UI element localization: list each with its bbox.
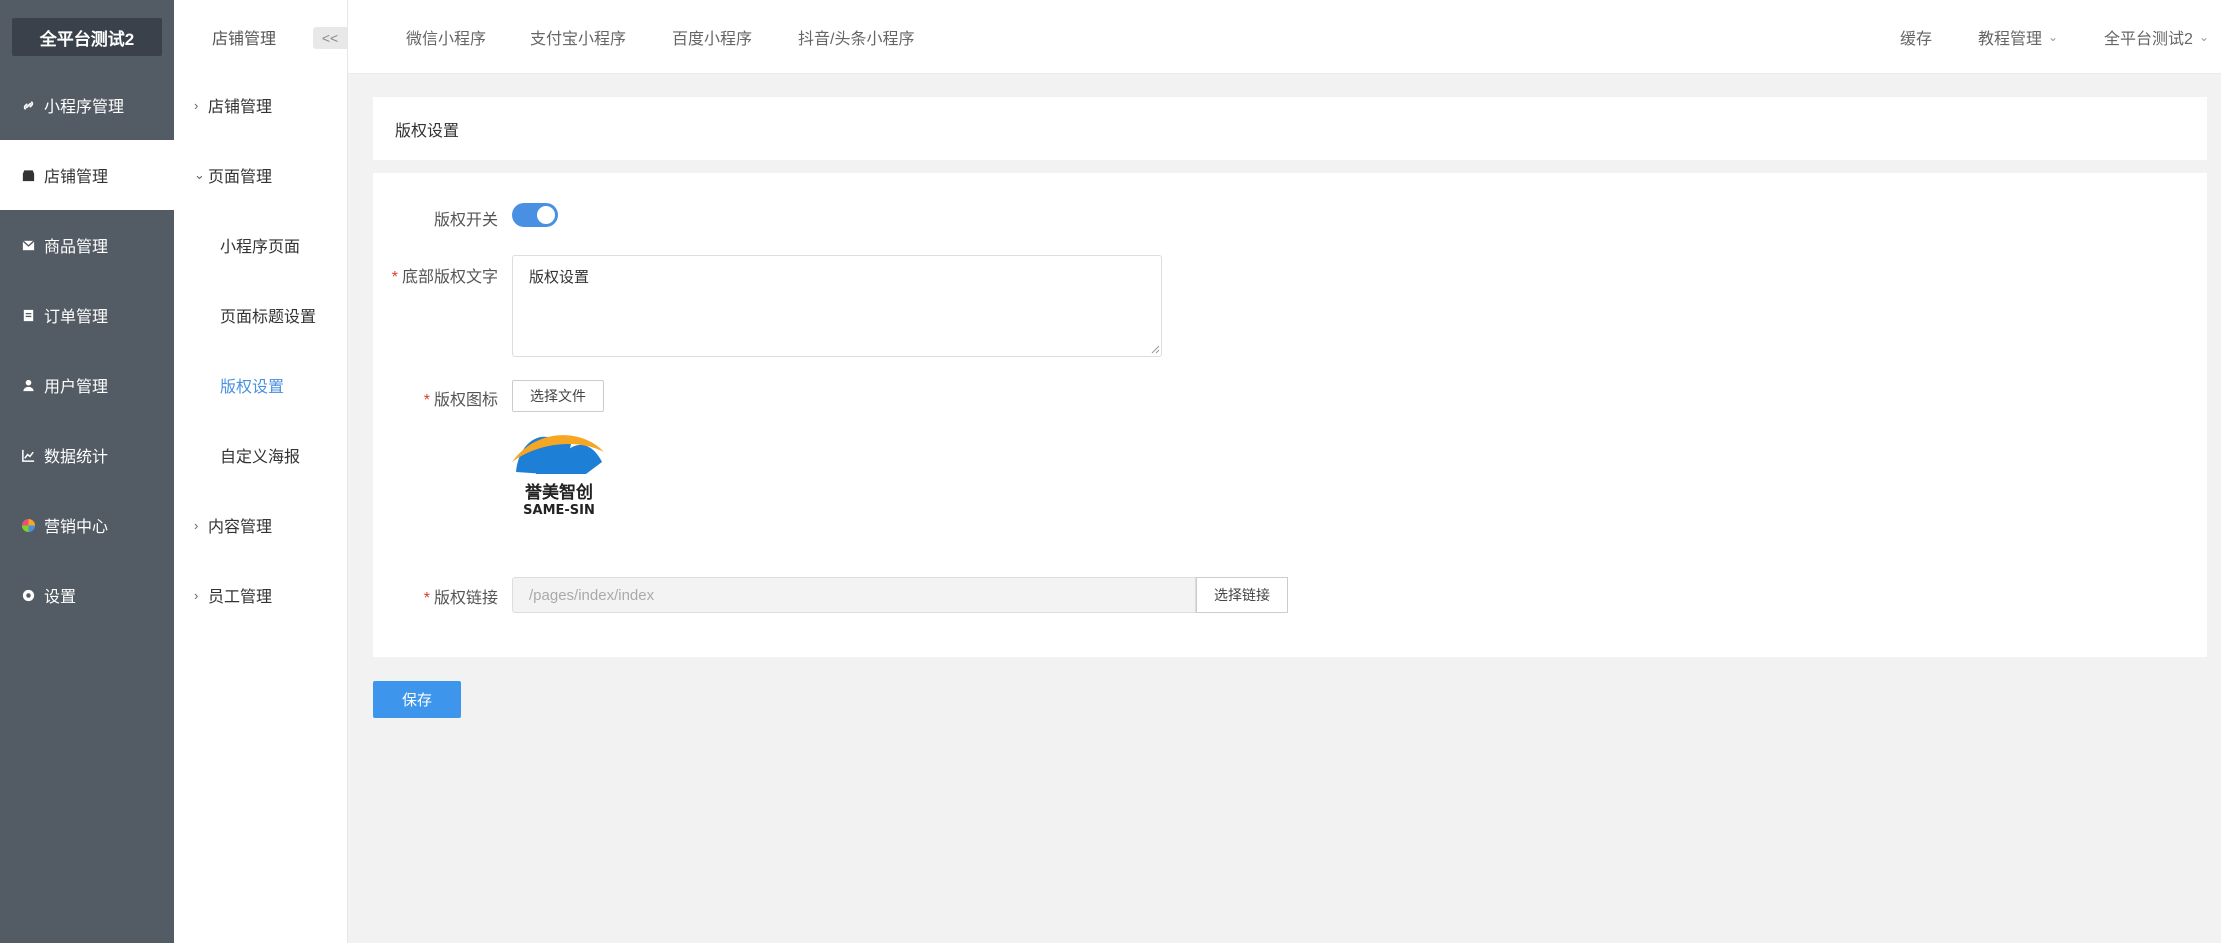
sidebar-item-goods[interactable]: 商品管理 xyxy=(0,210,174,280)
brand-title[interactable]: 全平台测试2 xyxy=(12,18,162,56)
sidebar-item-miniprogram[interactable]: 小程序管理 xyxy=(0,70,174,140)
chevron-right-icon: › xyxy=(194,97,199,113)
link-icon xyxy=(20,97,36,113)
sidebar-item-label: 设置 xyxy=(44,589,77,606)
choose-file-button[interactable]: 选择文件 xyxy=(512,380,604,412)
chevron-down-icon: ⌄ xyxy=(2198,29,2209,44)
sidebar-item-stats[interactable]: 数据统计 xyxy=(0,420,174,490)
subnav-item-content[interactable]: › 内容管理 xyxy=(174,490,347,560)
subnav-item-label: 小程序页面 xyxy=(220,239,301,256)
store-icon xyxy=(20,167,36,183)
copyright-text-input[interactable] xyxy=(512,255,1162,357)
subnav-item-label: 页面管理 xyxy=(208,169,273,186)
sidebar-item-marketing[interactable]: 营销中心 xyxy=(0,490,174,560)
subnav-item-label: 员工管理 xyxy=(208,589,273,606)
copyright-logo: 誉美智创 SAME-SIN xyxy=(512,418,606,518)
sidebar-item-label: 营销中心 xyxy=(44,519,109,536)
chevron-right-icon: › xyxy=(194,517,199,533)
user-icon xyxy=(20,377,36,393)
sidebar-item-label: 商品管理 xyxy=(44,239,109,256)
subnav-item-poster[interactable]: 自定义海报 xyxy=(174,420,347,490)
icon-label: * 版权图标 xyxy=(373,386,498,410)
required-mark: * xyxy=(423,590,430,607)
subnav-item-label: 页面标题设置 xyxy=(220,309,317,326)
sidebar-item-users[interactable]: 用户管理 xyxy=(0,350,174,420)
logo-mark-icon: 誉美智创 SAME-SIN xyxy=(512,435,604,518)
copyright-link-input[interactable]: /pages/index/index xyxy=(512,577,1196,613)
link-label-text: 版权链接 xyxy=(433,590,498,607)
page-header: 版权设置 xyxy=(373,97,2207,160)
sidebar-item-label: 小程序管理 xyxy=(44,99,125,116)
link-label: * 版权链接 xyxy=(373,584,498,608)
account-label: 全平台测试2 xyxy=(2104,30,2193,48)
copyright-switch[interactable] xyxy=(512,203,558,227)
required-mark: * xyxy=(423,392,430,409)
brand-area: 全平台测试2 xyxy=(0,0,174,74)
sidebar-item-label: 店铺管理 xyxy=(44,169,109,186)
subnav-item-label: 内容管理 xyxy=(208,519,273,536)
copyright-form: 版权开关 *底部版权文字 *版权图标 选择文件 誉美智创 SAME-SIN *版… xyxy=(373,173,2207,657)
subnav-item-label: 店铺管理 xyxy=(208,99,273,116)
required-mark: * xyxy=(391,269,398,286)
tutorial-dropdown[interactable]: 教程管理 ⌄ xyxy=(1978,25,2058,49)
subnav-item-store-manage[interactable]: › 店铺管理 xyxy=(174,70,347,140)
switch-label-text: 版权开关 xyxy=(433,212,498,229)
subnav-title: 店铺管理 xyxy=(212,31,277,48)
tab-baidu[interactable]: 百度小程序 xyxy=(672,25,752,49)
chevron-down-icon: ⌄ xyxy=(194,167,205,182)
collapse-button[interactable]: << xyxy=(313,27,347,49)
switch-label: 版权开关 xyxy=(373,206,498,230)
switch-knob xyxy=(537,206,555,224)
tab-douyin[interactable]: 抖音/头条小程序 xyxy=(798,25,914,49)
subnav-item-page-title[interactable]: 页面标题设置 xyxy=(174,280,347,350)
sidebar-item-label: 订单管理 xyxy=(44,309,109,326)
text-label: * 底部版权文字 xyxy=(373,263,498,287)
sidebar-item-label: 用户管理 xyxy=(44,379,109,396)
subnav-item-mini-pages[interactable]: 小程序页面 xyxy=(174,210,347,280)
subnav-item-copyright[interactable]: 版权设置 xyxy=(174,350,347,420)
chart-icon xyxy=(20,447,36,463)
icon-label-text: 版权图标 xyxy=(433,392,498,409)
logo-chinese-text: 誉美智创 xyxy=(525,482,593,503)
link-value: /pages/index/index xyxy=(529,586,655,604)
sub-navigation: 店铺管理 << › 店铺管理 ⌄ 页面管理 小程序页面 页面标题设置 版权设置 … xyxy=(174,0,348,943)
sidebar-item-settings[interactable]: 设置 xyxy=(0,560,174,630)
choose-link-button[interactable]: 选择链接 xyxy=(1196,577,1288,613)
pinwheel-icon xyxy=(20,517,36,533)
subnav-item-label: 自定义海报 xyxy=(220,449,301,466)
resize-handle-icon[interactable] xyxy=(1150,344,1160,354)
mail-icon xyxy=(20,237,36,253)
clipboard-icon xyxy=(20,307,36,323)
tutorial-label: 教程管理 xyxy=(1977,30,2042,48)
subnav-item-label: 版权设置 xyxy=(220,379,285,396)
save-button[interactable]: 保存 xyxy=(373,681,461,718)
chevron-down-icon: ⌄ xyxy=(2047,29,2059,44)
sidebar-item-label: 数据统计 xyxy=(44,449,109,466)
gear-icon xyxy=(20,587,36,603)
top-bar: 微信小程序 支付宝小程序 百度小程序 抖音/头条小程序 缓存 教程管理 ⌄ 全平… xyxy=(348,0,2221,74)
subnav-header: 店铺管理 << xyxy=(174,0,347,74)
sidebar-item-orders[interactable]: 订单管理 xyxy=(0,280,174,350)
subnav-item-staff[interactable]: › 员工管理 xyxy=(174,560,347,630)
text-label-text: 底部版权文字 xyxy=(401,269,498,286)
page-title: 版权设置 xyxy=(395,122,460,140)
tab-alipay[interactable]: 支付宝小程序 xyxy=(530,25,626,49)
main-sidebar: 全平台测试2 小程序管理 店铺管理 商品管理 订单管理 用户管理 数据统计 营销… xyxy=(0,0,174,943)
sidebar-item-store[interactable]: 店铺管理 xyxy=(0,140,174,210)
cache-button[interactable]: 缓存 xyxy=(1900,25,1932,49)
subnav-item-page-manage[interactable]: ⌄ 页面管理 xyxy=(174,140,347,210)
logo-english-text: SAME-SIN xyxy=(523,503,595,518)
top-right-menu: 缓存 教程管理 ⌄ 全平台测试2 ⌄ xyxy=(1854,25,2221,49)
account-dropdown[interactable]: 全平台测试2 ⌄ xyxy=(2104,25,2209,49)
tab-wechat[interactable]: 微信小程序 xyxy=(406,25,486,49)
chevron-right-icon: › xyxy=(194,587,199,603)
cache-label: 缓存 xyxy=(1899,30,1932,48)
